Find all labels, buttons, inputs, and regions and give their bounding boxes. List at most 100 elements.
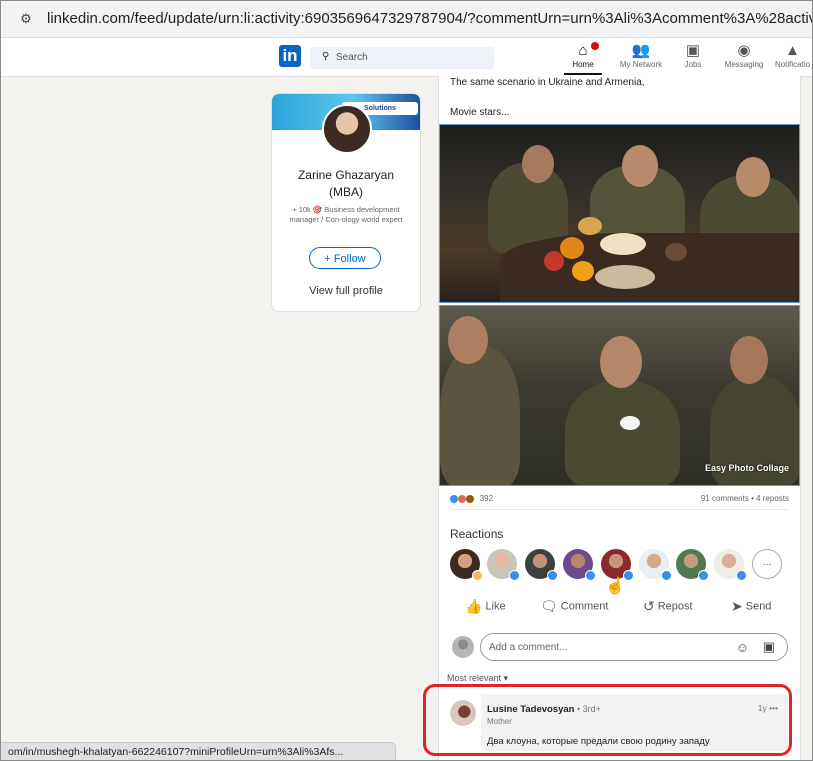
- profile-name-line2: (MBA): [329, 185, 363, 199]
- nav-jobs-label: Jobs: [684, 60, 702, 69]
- image-upload-icon[interactable]: ▣: [763, 639, 775, 655]
- thumbs-up-icon: 👍: [465, 598, 483, 614]
- like-button[interactable]: 👍 Like: [465, 598, 506, 615]
- post-text-line1: The same scenario in Ukraine and Armenia…: [450, 77, 645, 88]
- table: [500, 233, 799, 302]
- reaction-count-number: 392: [479, 494, 494, 503]
- chat-icon: ◉: [737, 42, 751, 59]
- person-face: [600, 336, 642, 388]
- browser-status-bar: om/in/mushegh-khalatyan-662246107?miniPr…: [1, 742, 396, 760]
- comment-time-menu[interactable]: 1y •••: [758, 703, 778, 713]
- address-bar[interactable]: ⚙ linkedin.com/feed/update/urn:li:activi…: [1, 1, 812, 38]
- comment-placeholder: Add a comment...: [489, 642, 568, 653]
- post-card: The same scenario in Ukraine and Armenia…: [438, 76, 801, 760]
- comment-bubble: Lusine Tadevosyan • 3rd+ Mother 1y ••• Д…: [481, 694, 788, 751]
- send-icon: ➤: [731, 598, 743, 614]
- nav-notifications[interactable]: ▲ Notificatio: [773, 42, 812, 69]
- support-reaction-icon: [466, 494, 475, 503]
- reaction-badge-icon: [585, 570, 596, 581]
- send-button[interactable]: ➤ Send: [731, 598, 771, 615]
- notification-dot: [591, 42, 599, 50]
- fruit: [544, 251, 564, 271]
- comment-button[interactable]: 🗨 Comment: [540, 598, 608, 615]
- profile-name[interactable]: Zarine Ghazaryan (MBA): [272, 167, 420, 201]
- reaction-badge-icon: [509, 570, 520, 581]
- person-face: [448, 316, 488, 364]
- reactions-heading: Reactions: [450, 527, 504, 541]
- reaction-badge-icon: [547, 570, 558, 581]
- comment-text: Два клоуна, которые предали свою родину …: [487, 736, 710, 747]
- status-url: om/in/mushegh-khalatyan-662246107?miniPr…: [8, 746, 344, 758]
- nav-my-network[interactable]: 👥 My Network: [615, 42, 667, 69]
- like-label: Like: [485, 600, 506, 613]
- url-text[interactable]: linkedin.com/feed/update/urn:li:activity…: [47, 10, 812, 27]
- fruit: [560, 237, 584, 259]
- repost-button[interactable]: ↺ Repost: [643, 598, 693, 615]
- nav-jobs[interactable]: ▣ Jobs: [678, 42, 708, 69]
- connection-degree: • 3rd+: [577, 704, 601, 714]
- nav-messaging[interactable]: ◉ Messaging: [719, 42, 769, 69]
- nav-home-label: Home: [572, 60, 594, 69]
- repost-label: Repost: [657, 600, 693, 613]
- comments-reposts-count[interactable]: 91 comments • 4 reposts: [701, 494, 789, 503]
- nav-network-label: My Network: [619, 60, 663, 69]
- more-reactions-button[interactable]: ...: [752, 549, 782, 579]
- cup: [620, 416, 640, 430]
- reaction-badge-icon: [698, 570, 709, 581]
- linkedin-logo-icon[interactable]: in: [279, 45, 301, 67]
- briefcase-icon: ▣: [685, 42, 701, 59]
- reaction-count[interactable]: 392: [450, 494, 493, 503]
- hand-cursor-icon: ☝: [605, 578, 625, 595]
- current-user-avatar[interactable]: [452, 636, 474, 658]
- divider: [450, 509, 789, 510]
- plate: [595, 265, 655, 289]
- like-reaction-icon: [450, 494, 458, 503]
- person-face: [730, 336, 768, 384]
- person-face: [522, 145, 554, 183]
- sort-comments-dropdown[interactable]: Most relevant ▾: [447, 673, 508, 684]
- site-settings-icon[interactable]: ⚙: [17, 10, 35, 28]
- send-label: Send: [745, 600, 772, 613]
- repost-icon: ↺: [643, 598, 655, 614]
- commenter-headline: Mother: [487, 717, 512, 726]
- emoji-icon[interactable]: ☺: [736, 640, 749, 655]
- profile-headline: + 10k 🎯 Business development manager / C…: [289, 205, 403, 224]
- profile-name-line1: Zarine Ghazaryan: [297, 168, 395, 182]
- soldier-figure: [440, 346, 520, 485]
- linkedin-header: in ⚲ Search ⌂ Home 👥 My Network ▣ Jobs ◉…: [1, 38, 812, 77]
- view-full-profile-link[interactable]: View full profile: [272, 285, 420, 297]
- fruit: [572, 261, 594, 281]
- post-text-line2: Movie stars...: [450, 107, 510, 118]
- network-icon: 👥: [631, 42, 651, 59]
- commenter-name[interactable]: Lusine Tadevosyan: [487, 704, 574, 715]
- person-face: [736, 157, 770, 197]
- comment-label: Comment: [560, 600, 609, 613]
- profile-avatar[interactable]: [322, 104, 372, 154]
- follow-button[interactable]: + Follow: [309, 247, 381, 269]
- bell-icon: ▲: [785, 42, 800, 59]
- plate: [600, 233, 646, 255]
- reaction-badge-icon: [736, 570, 747, 581]
- post-actions-bar: 👍 Like 🗨 Comment ↺ Repost ➤ Send: [439, 598, 800, 618]
- commenter-avatar[interactable]: [450, 700, 476, 726]
- post-image-bottom[interactable]: Easy Photo Collage: [439, 305, 800, 486]
- comment-icon: 🗨: [540, 598, 558, 614]
- active-nav-underline: [564, 73, 602, 75]
- search-icon: ⚲: [322, 51, 330, 62]
- reaction-badge-icon: [472, 570, 483, 581]
- cup: [665, 243, 687, 261]
- search-placeholder: Search: [336, 52, 368, 63]
- nav-messaging-label: Messaging: [724, 60, 764, 69]
- search-input[interactable]: ⚲ Search: [310, 47, 494, 69]
- person-face: [622, 145, 658, 187]
- browser-window: ⚙ linkedin.com/feed/update/urn:li:activi…: [0, 0, 813, 761]
- reaction-badge-icon: [661, 570, 672, 581]
- post-image-top[interactable]: [439, 124, 800, 303]
- fruit: [578, 217, 602, 235]
- comment-input[interactable]: Add a comment... ☺ ▣: [480, 633, 788, 661]
- nav-notifications-label: Notificatio: [774, 60, 811, 69]
- image-watermark: Easy Photo Collage: [704, 463, 789, 473]
- soldier-figure: [565, 381, 680, 485]
- profile-card: Solutions Zarine Ghazaryan (MBA) + 10k 🎯…: [271, 93, 421, 312]
- celebrate-reaction-icon: [458, 494, 467, 503]
